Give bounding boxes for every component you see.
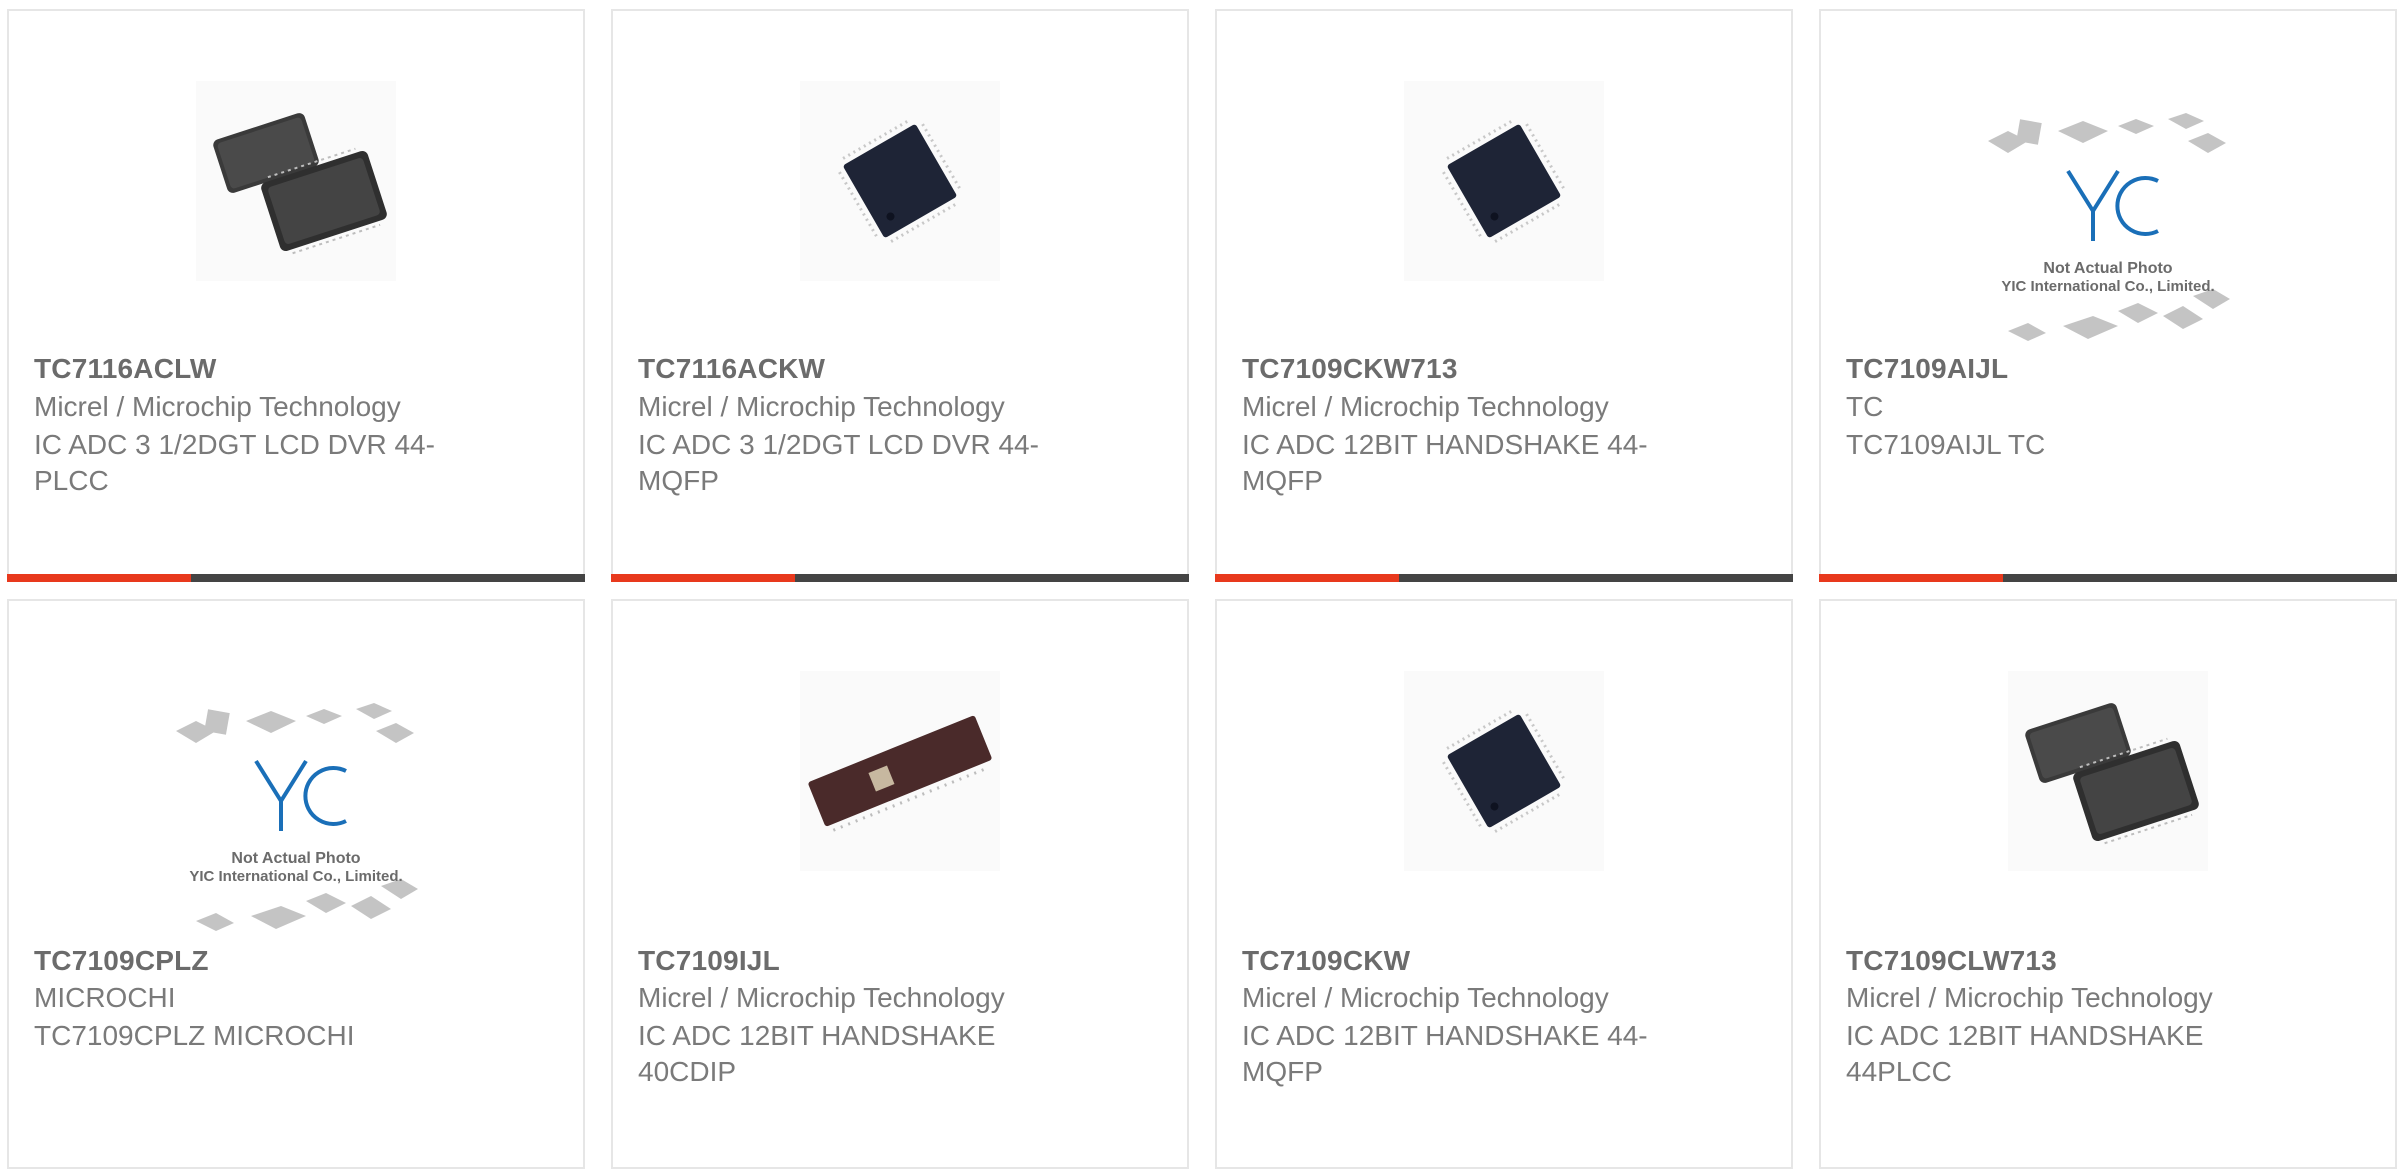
placeholder-line1: Not Actual Photo: [231, 850, 360, 867]
placeholder-not-actual-photo: Not Actual Photo YIC International Co., …: [1988, 113, 2230, 341]
card-accent-bar: [1215, 574, 1399, 582]
product-card[interactable]: TC7109CLW713 Micrel / Microchip Technolo…: [1819, 599, 2397, 1169]
cdip-chip-photo: [800, 671, 1000, 871]
manufacturer: Micrel / Microchip Technology: [1242, 982, 1609, 1013]
description: IC ADC 12BIT HANDSHAKE 40CDIP: [638, 1020, 996, 1087]
card-accent-bar: [7, 574, 191, 582]
placeholder-line1: Not Actual Photo: [2043, 260, 2172, 277]
description: IC ADC 12BIT HANDSHAKE 44-MQFP: [1242, 1020, 1648, 1087]
description: IC ADC 12BIT HANDSHAKE 44-MQFP: [1242, 429, 1648, 496]
manufacturer: MICROCHI: [34, 982, 176, 1013]
product-card[interactable]: Not Actual Photo YIC International Co., …: [7, 599, 585, 1169]
card-bottom-bar: [1819, 574, 2397, 582]
placeholder-line2: YIC International Co., Limited.: [189, 868, 402, 885]
plcc-chips-photo: [2008, 671, 2208, 871]
card-accent-bar: [1819, 574, 2003, 582]
manufacturer: Micrel / Microchip Technology: [1846, 982, 2213, 1013]
description: IC ADC 3 1/2DGT LCD DVR 44-MQFP: [638, 429, 1039, 496]
card-bottom-bar: [7, 574, 585, 582]
placeholder-not-actual-photo: Not Actual Photo YIC International Co., …: [176, 703, 418, 931]
manufacturer: Micrel / Microchip Technology: [638, 391, 1005, 422]
mqfp-chip-photo: [800, 81, 1000, 281]
product-image[interactable]: Not Actual Photo YIC International Co., …: [9, 691, 583, 941]
manufacturer: Micrel / Microchip Technology: [34, 391, 401, 422]
product-image[interactable]: [1217, 671, 1791, 871]
product-image[interactable]: [1217, 81, 1791, 281]
part-number[interactable]: TC7109AIJL: [1846, 353, 2008, 385]
product-grid: TC7116ACLW Micrel / Microchip Technology…: [0, 0, 2400, 1169]
description: TC7109AIJL TC: [1846, 429, 2046, 460]
product-card[interactable]: Not Actual Photo YIC International Co., …: [1819, 9, 2397, 582]
manufacturer: Micrel / Microchip Technology: [638, 982, 1005, 1013]
description: IC ADC 3 1/2DGT LCD DVR 44-PLCC: [34, 429, 435, 496]
mqfp-chip-photo: [1404, 81, 1604, 281]
part-number[interactable]: TC7109CKW713: [1242, 353, 1458, 385]
product-image[interactable]: [613, 81, 1187, 281]
description: IC ADC 12BIT HANDSHAKE 44PLCC: [1846, 1020, 2204, 1087]
product-card[interactable]: TC7109IJL Micrel / Microchip Technology …: [611, 599, 1189, 1169]
product-card[interactable]: TC7109CKW713 Micrel / Microchip Technolo…: [1215, 9, 1793, 582]
product-image[interactable]: [613, 671, 1187, 871]
part-number[interactable]: TC7109CKW: [1242, 945, 1410, 977]
card-accent-bar: [611, 574, 795, 582]
mqfp-chip-photo: [1404, 671, 1604, 871]
card-bottom-bar: [1215, 574, 1793, 582]
part-number[interactable]: TC7109IJL: [638, 945, 780, 977]
part-number[interactable]: TC7109CLW713: [1846, 945, 2057, 977]
part-number[interactable]: TC7116ACKW: [638, 353, 825, 385]
part-number[interactable]: TC7116ACLW: [34, 353, 217, 385]
manufacturer: TC: [1846, 391, 1884, 422]
plcc-chips-photo: [196, 81, 396, 281]
product-card[interactable]: TC7116ACKW Micrel / Microchip Technology…: [611, 9, 1189, 582]
card-bottom-bar: [611, 574, 1189, 582]
description: TC7109CPLZ MICROCHI: [34, 1020, 355, 1051]
product-card[interactable]: TC7109CKW Micrel / Microchip Technology …: [1215, 599, 1793, 1169]
placeholder-line2: YIC International Co., Limited.: [2001, 278, 2214, 295]
product-image[interactable]: [1821, 671, 2395, 871]
part-number[interactable]: TC7109CPLZ: [34, 945, 209, 977]
manufacturer: Micrel / Microchip Technology: [1242, 391, 1609, 422]
product-image[interactable]: Not Actual Photo YIC International Co., …: [1821, 101, 2395, 351]
product-image[interactable]: [9, 81, 583, 281]
product-card[interactable]: TC7116ACLW Micrel / Microchip Technology…: [7, 9, 585, 582]
